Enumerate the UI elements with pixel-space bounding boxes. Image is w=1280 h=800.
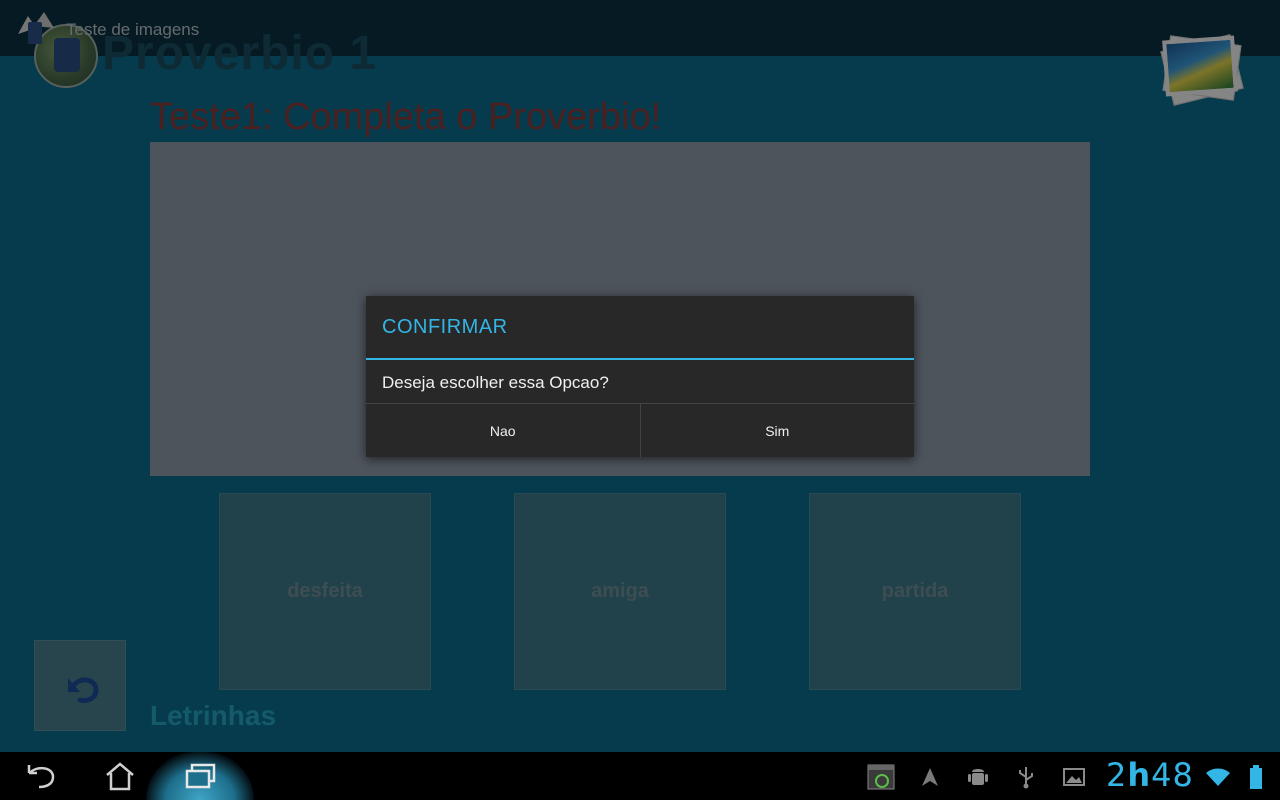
gallery-icon (1060, 764, 1088, 790)
confirm-dialog: CONFIRMAR Deseja escolher essa Opcao? Na… (366, 296, 914, 457)
dialog-title: CONFIRMAR (382, 316, 508, 338)
dialog-message: Deseja escolher essa Opcao? (382, 373, 609, 392)
usb-icon (1012, 764, 1040, 790)
home-button[interactable] (100, 758, 140, 794)
recents-button[interactable] (180, 758, 220, 794)
navigation-icon (916, 764, 944, 790)
clock-minutes: 48 (1151, 756, 1194, 794)
system-bar (0, 752, 1280, 800)
android-debug-icon (964, 764, 992, 790)
clock-separator: h (1127, 756, 1152, 794)
dialog-no-button[interactable]: Nao (366, 404, 640, 457)
recents-icon (185, 763, 216, 789)
wifi-icon (1204, 764, 1232, 790)
dialog-yes-button[interactable]: Sim (639, 404, 915, 457)
battery-icon (1242, 764, 1270, 790)
dialog-title-divider (366, 358, 914, 360)
back-icon (27, 765, 55, 789)
back-button[interactable] (20, 758, 60, 794)
home-icon (106, 762, 134, 791)
status-clock[interactable]: 2h48 (1106, 756, 1194, 794)
dialog-button-bar: Nao Sim (366, 403, 914, 457)
clock-hours: 2 (1106, 756, 1128, 794)
screenshot-icon[interactable] (867, 764, 895, 790)
